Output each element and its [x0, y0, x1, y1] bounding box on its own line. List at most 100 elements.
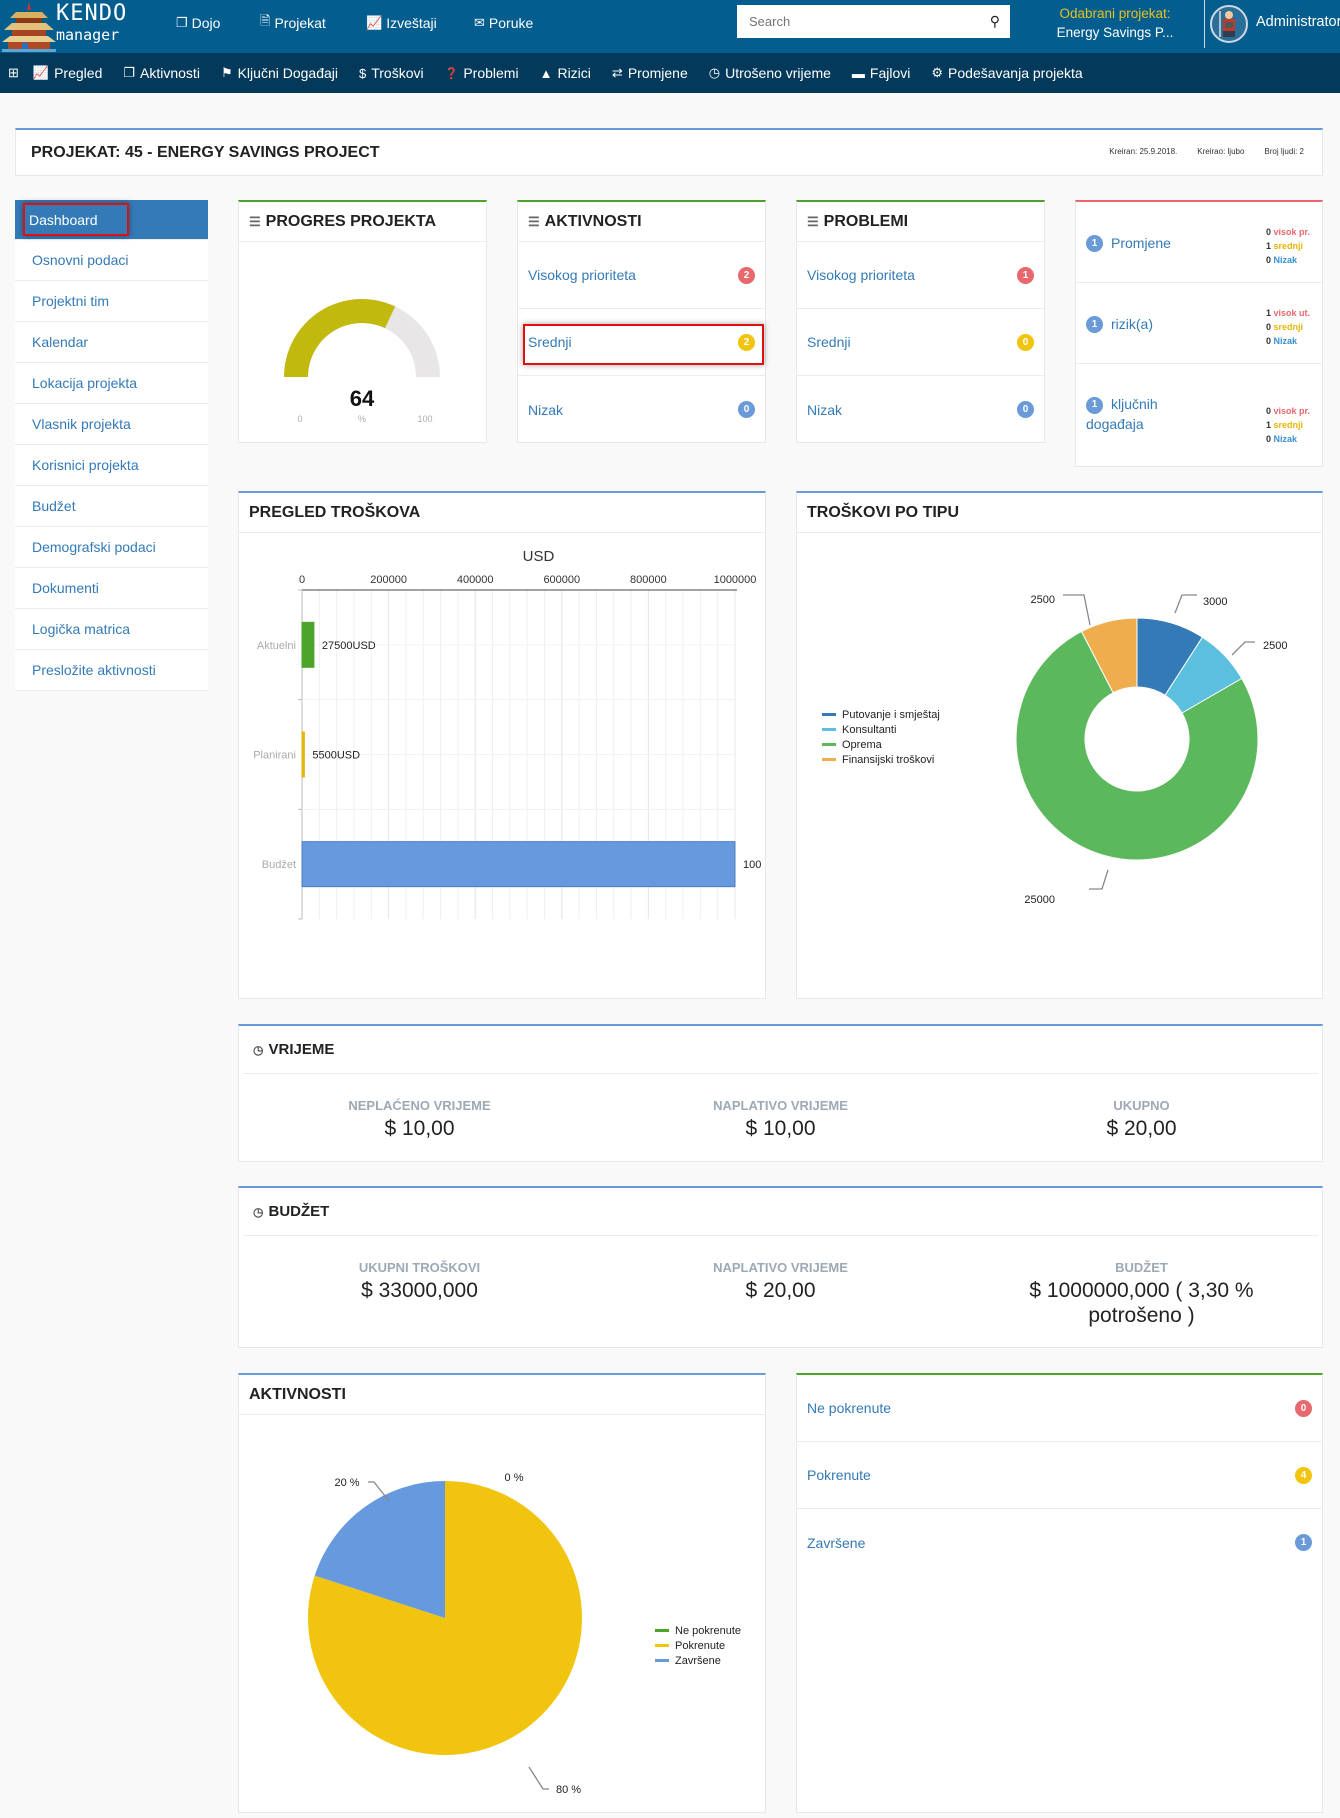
count-medium: 1	[1265, 420, 1271, 430]
status-not-started[interactable]: Ne pokrenute 0	[797, 1375, 1322, 1442]
sidebar-item-projektni-tim[interactable]: Projektni tim	[15, 281, 208, 322]
legend-swatch	[822, 758, 836, 761]
gauge-max-label: 100	[417, 414, 432, 424]
card-title: VRIJEME	[268, 1041, 335, 1058]
stat-label: BUDŽET	[1115, 1260, 1168, 1275]
activities-high[interactable]: Visokog prioriteta 2	[518, 242, 765, 309]
problems-medium[interactable]: Srednji 0	[797, 309, 1044, 376]
stat-billable-time: NAPLATIVO VRIJEME $ 10,00	[600, 1098, 961, 1141]
subnav-promjene[interactable]: ⇄ Promjene	[612, 65, 688, 81]
cogs-icon: ⚙	[931, 65, 944, 80]
sidebar-item-kalendar[interactable]: Kalendar	[15, 322, 208, 363]
label-connector	[1231, 641, 1255, 656]
row-label: Nizak	[528, 401, 564, 418]
subnav-label: Rizici	[557, 65, 591, 81]
subnav-add[interactable]: ⊞	[8, 65, 19, 81]
gauge-min-label: 0	[297, 414, 302, 424]
count-badge: 0	[1017, 333, 1034, 351]
subnav-podesavanja[interactable]: ⚙ Podešavanja projekta	[931, 65, 1082, 81]
legend-swatch	[655, 1644, 669, 1647]
project-meta: Kreiran: 25.9.2018. Kreirao: ljubo Broj …	[1109, 147, 1304, 156]
stat-label: UKUPNI TROŠKOVI	[358, 1260, 481, 1275]
subnav-rizici[interactable]: ▲ Rizici	[540, 65, 591, 81]
data-label: 0 %	[505, 1472, 524, 1484]
sidebar-item-logicka-matrica[interactable]: Logička matrica	[15, 609, 208, 650]
x-tick-label: 600000	[543, 574, 580, 586]
created-date: Kreiran: 25.9.2018.	[1109, 147, 1178, 156]
pagoda-logo-icon	[2, 2, 56, 52]
page-title: PROJEKAT: 45 - ENERGY SAVINGS PROJECT	[31, 144, 380, 161]
sidebar: Dashboard Osnovni podaci Projektni tim K…	[15, 200, 208, 691]
samurai-avatar-icon	[1219, 11, 1235, 37]
clock-icon: ◷	[253, 1204, 264, 1219]
sidebar-item-lokacija-projekta[interactable]: Lokacija projekta	[15, 363, 208, 404]
card-title: AKTIVNOSTI	[249, 1385, 346, 1403]
status-started[interactable]: Pokrenute 4	[797, 1442, 1322, 1509]
status-finished[interactable]: Završene 1	[797, 1509, 1322, 1576]
count-badge: 0	[738, 401, 755, 418]
topnav-izvestaji[interactable]: 📈 Izveštaji	[366, 0, 437, 45]
project-header: PROJEKAT: 45 - ENERGY SAVINGS PROJECT Kr…	[15, 128, 1323, 176]
subnav-label: Fajlovi	[869, 65, 911, 81]
user-name[interactable]: Administrator	[1256, 14, 1340, 30]
count-badge: 1	[1086, 316, 1103, 333]
legend-label: Finansijski troškovi	[842, 754, 934, 766]
app-logo[interactable]: KENDO manager	[0, 0, 150, 53]
topnav-poruke[interactable]: ✉ Poruke	[474, 0, 533, 45]
topnav-projekat[interactable]: 🗎 Projekat	[260, 0, 326, 45]
data-label: 80 %	[556, 1784, 581, 1796]
subnav-kljucni-dogadjaji[interactable]: ⚑ Ključni Događaji	[221, 65, 338, 81]
legend-label: Oprema	[842, 739, 883, 751]
file-icon: 🗎	[260, 12, 271, 28]
row-label: Pokrenute	[807, 1467, 871, 1483]
highlight-box	[23, 203, 129, 236]
count-badge: 0	[1295, 1399, 1312, 1417]
sidebar-item-vlasnik-projekta[interactable]: Vlasnik projekta	[15, 404, 208, 445]
row-label: Srednji	[807, 334, 851, 350]
subnav-pregled[interactable]: 📈 Pregled	[33, 65, 102, 81]
cost-bar-chart: USD 0 200000 400000 600000 800000 1000000 Aktue…	[253, 548, 761, 920]
user-avatar[interactable]	[1210, 5, 1248, 43]
subnav-problemi[interactable]: ❓ Problemi	[445, 65, 519, 81]
sidebar-item-korisnici-projekta[interactable]: Korisnici projekta	[15, 445, 208, 486]
subnav-label: Aktivnosti	[140, 65, 200, 81]
summary-changes[interactable]: 1 Promjene 0 visok pr. 1 srednji 0 Nizak	[1076, 202, 1322, 283]
legend-swatch	[655, 1659, 669, 1662]
x-tick-label: 1000000	[714, 574, 757, 586]
search-input[interactable]	[737, 5, 967, 38]
label-medium: srednji	[1273, 241, 1303, 251]
problems-high[interactable]: Visokog prioriteta 1	[797, 242, 1044, 309]
topnav-dojo[interactable]: ❐ Dojo	[176, 0, 220, 45]
topnav-label: Poruke	[488, 14, 534, 31]
x-tick-label: 0	[299, 574, 305, 586]
activities-low[interactable]: Nizak 0	[518, 376, 765, 443]
sidebar-item-dokumenti[interactable]: Dokumenti	[15, 568, 208, 609]
subnav-aktivnosti[interactable]: ❐ Aktivnosti	[123, 65, 200, 81]
time-card: ◷ VRIJEME NEPLAĆENO VRIJEME $ 10,00 NAPLA…	[238, 1024, 1323, 1162]
data-label: 3000	[1203, 596, 1227, 608]
problems-low[interactable]: Nizak 0	[797, 376, 1044, 443]
subnav-label: Utrošeno vrijeme	[725, 65, 831, 81]
summary-milestones[interactable]: 1 ključnih događaja 0 visok pr. 1 srednji…	[1076, 364, 1322, 464]
plus-square-icon: ⊞	[8, 65, 19, 80]
search-icon[interactable]: ⚲	[990, 13, 1000, 30]
legend-label: Završene	[675, 1655, 721, 1667]
sidebar-item-budzet[interactable]: Budžet	[15, 486, 208, 527]
selected-project[interactable]: Odabrani projekat: Energy Savings P...	[1035, 4, 1195, 42]
sidebar-item-demografski-podaci[interactable]: Demografski podaci	[15, 527, 208, 568]
stat-value: $ 33000,000	[361, 1279, 478, 1302]
row-label: Nizak	[807, 401, 843, 418]
row-label: Visokog prioriteta	[528, 267, 636, 283]
subnav-fajlovi[interactable]: ▬ Fajlovi	[852, 65, 910, 81]
count-badge: 1	[1017, 266, 1034, 284]
people-count: Broj ljudi: 2	[1264, 147, 1304, 156]
summary-risks[interactable]: 1 rizik(a) 1 visok ut. 0 srednji 0 Nizak	[1076, 283, 1322, 364]
sidebar-item-osnovni-podaci[interactable]: Osnovni podaci	[15, 240, 208, 281]
sidebar-item-presloz-aktivnosti[interactable]: Presložite aktivnosti	[15, 650, 208, 691]
label-connector	[1063, 594, 1091, 626]
logo-text-top: KENDO	[56, 1, 128, 26]
count-medium: 1	[1265, 241, 1271, 251]
subnav-troskovi[interactable]: $ Troškovi	[359, 65, 424, 81]
flag-icon: ⚑	[220, 65, 233, 80]
subnav-utroseno-vrijeme[interactable]: ◷ Utrošeno vrijeme	[709, 65, 831, 81]
